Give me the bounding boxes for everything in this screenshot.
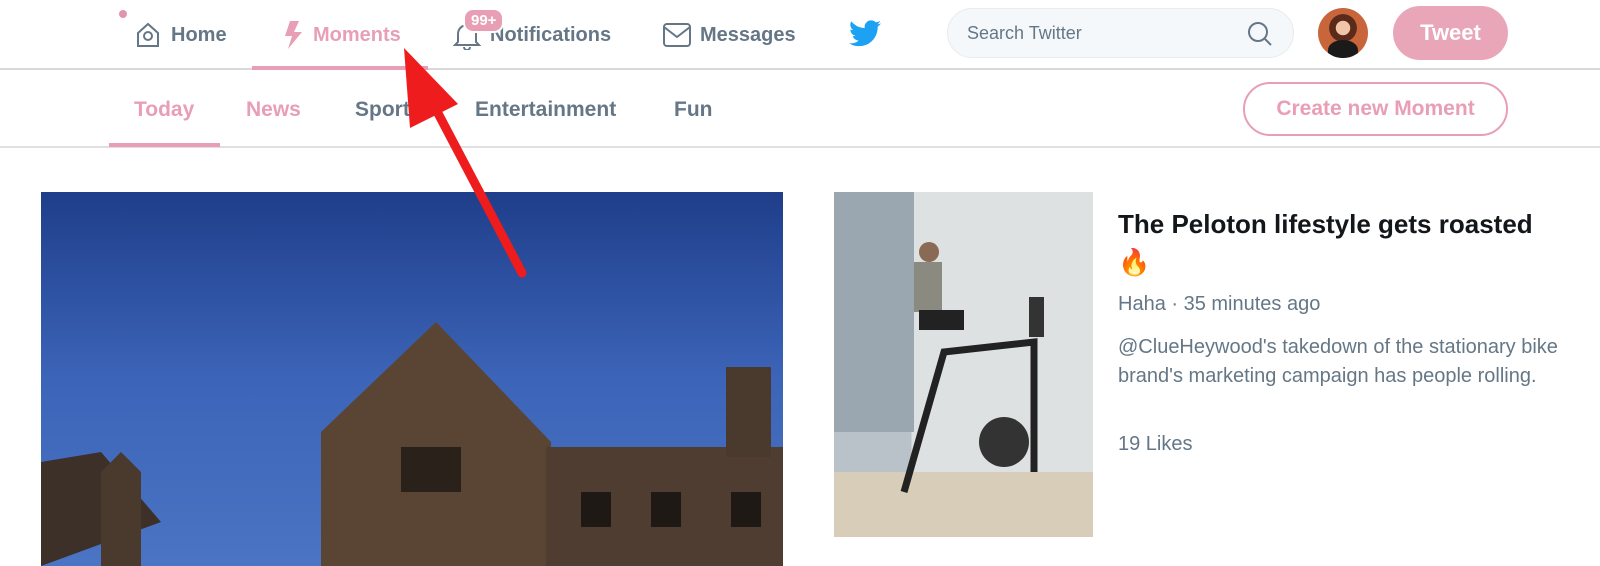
top-nav: Home Moments Notifications 99+ Messages … [0,0,1600,70]
nav-moments[interactable]: Moments [282,0,401,70]
story-title[interactable]: The Peloton lifestyle gets roasted 🔥 [1118,205,1538,281]
story-meta: Haha · 35 minutes ago [1118,293,1321,315]
building-image [41,322,783,566]
peloton-image [834,192,1093,537]
tab-today[interactable]: Today [134,98,194,122]
nav-home[interactable]: Home [134,0,227,70]
tab-entertainment[interactable]: Entertainment [475,98,616,122]
active-tab-underline [109,143,220,147]
notifications-badge: 99+ [463,8,505,33]
create-moment-button[interactable]: Create new Moment [1243,82,1508,136]
avatar[interactable] [1318,8,1368,58]
story-thumbnail[interactable] [834,192,1093,537]
tab-fun[interactable]: Fun [674,98,712,122]
envelope-icon [663,23,691,47]
moments-tabs: Today News Sports Entertainment Fun Crea… [0,72,1600,148]
story-description: @ClueHeywood's takedown of the stationar… [1118,336,1558,387]
hero-moment-image[interactable] [41,192,783,566]
nav-messages[interactable]: Messages [663,0,796,70]
unread-dot [119,10,127,18]
story-likes: 19 Likes [1118,433,1193,455]
tab-sports[interactable]: Sports [355,98,422,122]
active-nav-underline [252,66,428,70]
home-icon [137,22,159,47]
lightning-icon [285,21,302,49]
tab-news[interactable]: News [246,98,301,122]
search-icon[interactable] [1247,21,1273,47]
tweet-button[interactable]: Tweet [1393,6,1508,60]
twitter-logo-icon[interactable] [849,20,881,47]
search-input[interactable]: Search Twitter [947,8,1294,58]
